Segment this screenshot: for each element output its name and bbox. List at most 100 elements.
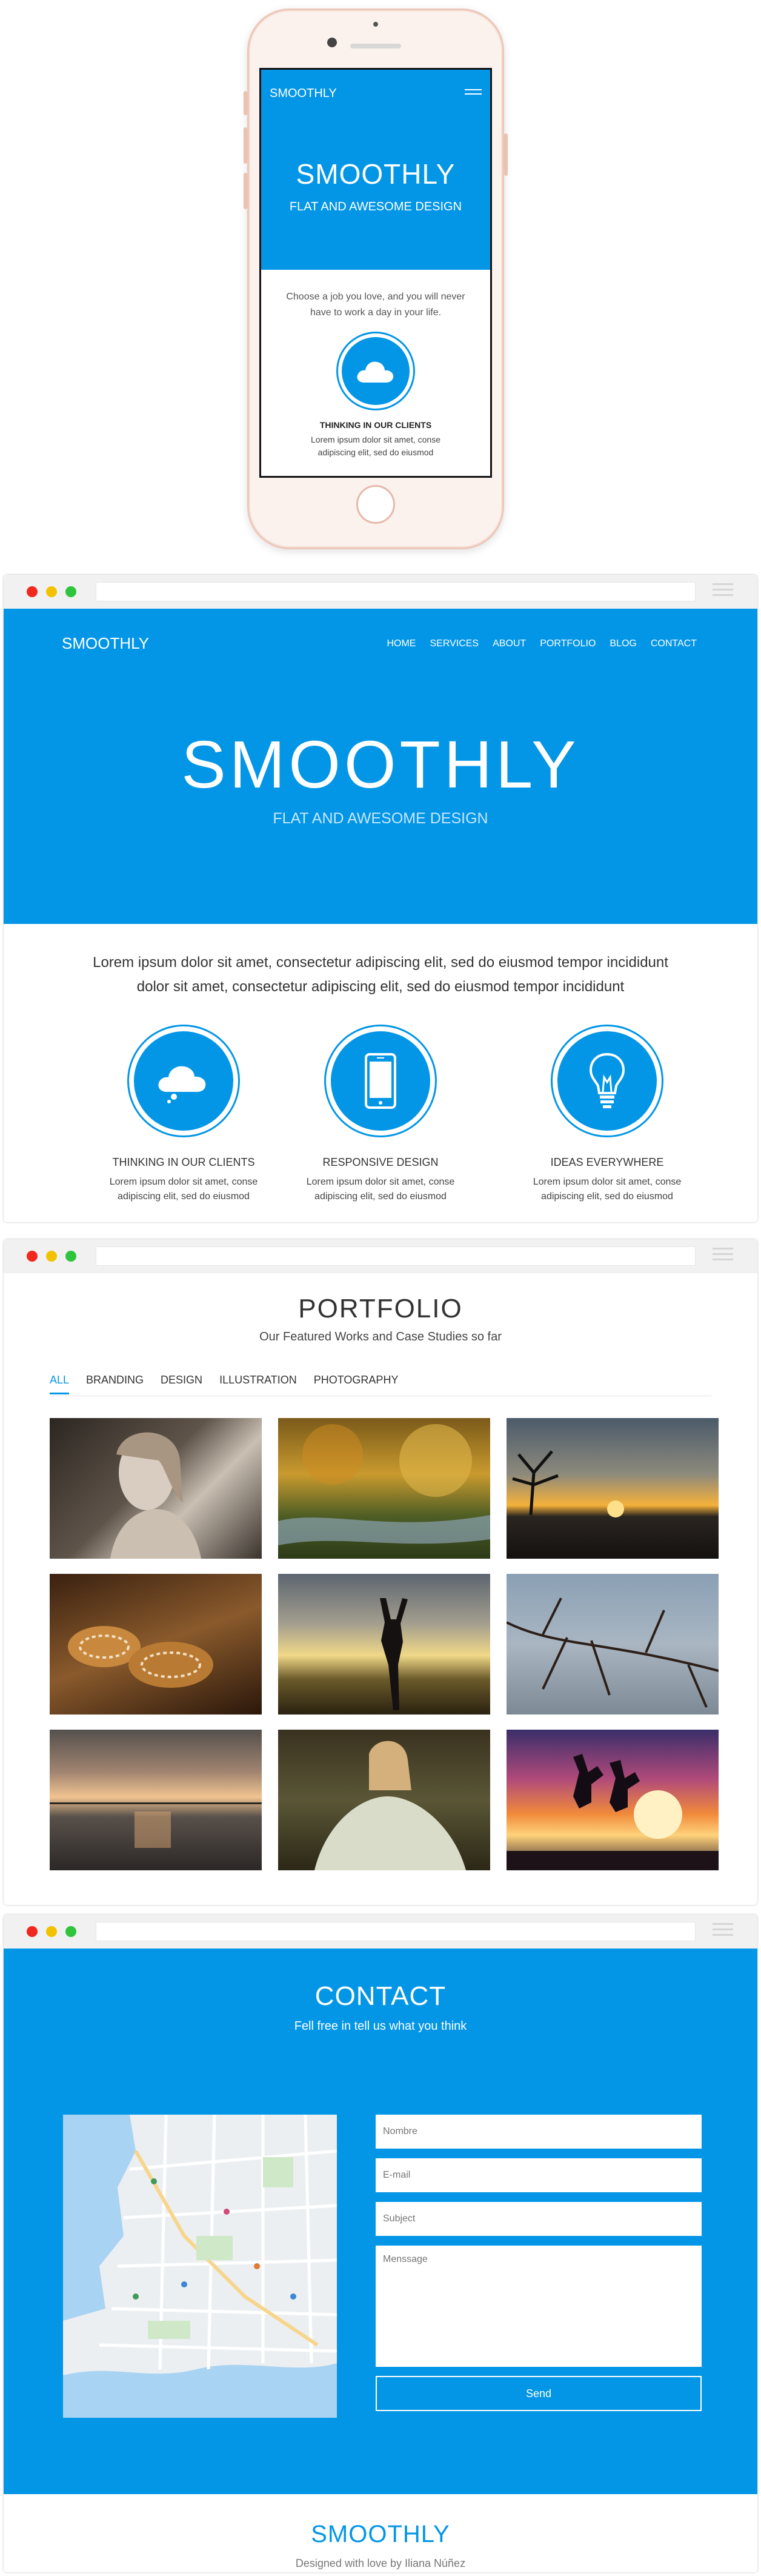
phone-quote: Choose a job you love, and you will neve… bbox=[286, 292, 465, 318]
browser-menu-icon[interactable] bbox=[713, 1248, 733, 1264]
silhouette-sunset-image bbox=[380, 1598, 408, 1710]
feature-card: RESPONSIVE DESIGN Lorem ipsum dolor sit … bbox=[290, 1026, 471, 1204]
portfolio-item-silhouette-sunset[interactable] bbox=[278, 1574, 490, 1715]
feature-card: IDEAS EVERYWHERE Lorem ipsum dolor sit a… bbox=[516, 1026, 698, 1204]
smartphone-icon bbox=[365, 1053, 396, 1109]
address-bar[interactable] bbox=[96, 1246, 696, 1266]
jumping-people-image bbox=[507, 1754, 719, 1870]
phone-home-button[interactable] bbox=[356, 485, 395, 524]
woman-portrait-image bbox=[110, 1432, 201, 1559]
filter-all[interactable]: ALL bbox=[50, 1374, 70, 1394]
sunset-tree-image bbox=[512, 1450, 624, 1517]
phone-camera bbox=[327, 38, 337, 47]
maximize-dot-icon[interactable] bbox=[65, 1251, 76, 1262]
browser-window-home: SMOOTHLY HOME SERVICES ABOUT PORTFOLIO B… bbox=[4, 575, 757, 1222]
portfolio-item-sunset-tree[interactable] bbox=[507, 1418, 719, 1559]
phone-speaker bbox=[350, 44, 401, 49]
nav-portfolio[interactable]: PORTFOLIO bbox=[540, 638, 596, 649]
portfolio-item-girl-dress[interactable] bbox=[278, 1730, 490, 1870]
feature-title: RESPONSIVE DESIGN bbox=[322, 1156, 439, 1168]
phone-hero-title: SMOOTHLY bbox=[296, 158, 456, 190]
message-field[interactable] bbox=[376, 2246, 702, 2367]
lightbulb-icon bbox=[589, 1052, 625, 1108]
browser-chrome bbox=[4, 1239, 757, 1273]
phone-hero-subtitle: FLAT AND AWESOME DESIGN bbox=[289, 200, 462, 213]
minimize-dot-icon[interactable] bbox=[46, 1251, 57, 1262]
intro-text: Lorem ipsum dolor sit amet, consectetur … bbox=[93, 954, 668, 995]
portfolio-item-jumping-people[interactable] bbox=[507, 1730, 719, 1870]
nav-about[interactable]: ABOUT bbox=[493, 638, 526, 649]
send-button[interactable]: Send bbox=[376, 2376, 702, 2411]
phone-screen: SMOOTHLY SMOOTHLY FLAT AND AWESOME DESIG… bbox=[259, 68, 492, 478]
phone-logo[interactable]: SMOOTHLY bbox=[270, 87, 337, 101]
subject-field[interactable] bbox=[376, 2202, 702, 2236]
nav-services[interactable]: SERVICES bbox=[430, 638, 479, 649]
footer-logo[interactable]: SMOOTHLY bbox=[4, 2521, 757, 2548]
phone-power-button bbox=[504, 133, 508, 176]
feature-circle bbox=[129, 1026, 238, 1136]
location-map[interactable] bbox=[63, 2115, 337, 2418]
phone-side-button bbox=[244, 91, 247, 115]
address-bar[interactable] bbox=[96, 1922, 696, 1941]
site-logo[interactable]: SMOOTHLY bbox=[62, 634, 149, 653]
feature-card: THINKING IN OUR CLIENTS Lorem ipsum dolo… bbox=[93, 1026, 274, 1204]
phone-sensor bbox=[373, 22, 378, 27]
feature-circle bbox=[553, 1026, 662, 1136]
nav-blog[interactable]: BLOG bbox=[610, 638, 636, 649]
cloud-icon bbox=[357, 361, 394, 383]
name-field[interactable] bbox=[376, 2115, 702, 2149]
maximize-dot-icon[interactable] bbox=[65, 586, 76, 597]
girl-dress-image bbox=[314, 1741, 466, 1870]
phone-hero: SMOOTHLY SMOOTHLY FLAT AND AWESOME DESIG… bbox=[261, 70, 490, 270]
phone-feature-text: Lorem ipsum dolor sit amet, conse adipis… bbox=[311, 435, 440, 457]
maximize-dot-icon[interactable] bbox=[65, 1926, 76, 1937]
portfolio-title: PORTFOLIO bbox=[298, 1294, 463, 1323]
phone-volume-down bbox=[244, 173, 247, 209]
portfolio-filters: ALL BRANDING DESIGN ILLUSTRATION PHOTOGR… bbox=[50, 1374, 398, 1394]
minimize-dot-icon[interactable] bbox=[46, 1926, 57, 1937]
close-dot-icon[interactable] bbox=[27, 586, 38, 597]
close-dot-icon[interactable] bbox=[27, 1926, 38, 1937]
portfolio-item-woman-portrait[interactable] bbox=[50, 1418, 262, 1559]
portfolio-subtitle: Our Featured Works and Case Studies so f… bbox=[259, 1330, 502, 1343]
hero-title: SMOOTHLY bbox=[181, 728, 580, 802]
sea-sunset-image bbox=[50, 1802, 262, 1848]
browser-menu-icon[interactable] bbox=[713, 583, 733, 600]
email-field[interactable] bbox=[376, 2158, 702, 2192]
nav-contact[interactable]: CONTACT bbox=[651, 638, 697, 649]
filter-illustration[interactable]: ILLUSTRATION bbox=[219, 1374, 297, 1394]
phone-feature-circle bbox=[338, 333, 413, 409]
feature-title: IDEAS EVERYWHERE bbox=[550, 1156, 664, 1168]
filter-design[interactable]: DESIGN bbox=[161, 1374, 202, 1394]
feature-title: THINKING IN OUR CLIENTS bbox=[112, 1156, 255, 1168]
branches-image bbox=[507, 1597, 719, 1708]
contact-title: CONTACT bbox=[314, 1981, 447, 2011]
portfolio-item-forest-stream[interactable] bbox=[278, 1418, 490, 1559]
browser-window-contact: CONTACT Fell free in tell us what you th… bbox=[4, 1915, 757, 2572]
feature-text: Lorem ipsum dolor sit amet, conse adipis… bbox=[533, 1177, 682, 1202]
portfolio-item-pastries[interactable] bbox=[50, 1574, 262, 1715]
close-dot-icon[interactable] bbox=[27, 1251, 38, 1262]
minimize-dot-icon[interactable] bbox=[46, 586, 57, 597]
footer-credit: Designed with love by Iliana Núñez bbox=[295, 2557, 466, 2569]
browser-window-portfolio: PORTFOLIO Our Featured Works and Case St… bbox=[4, 1239, 757, 1905]
hero-subtitle: FLAT AND AWESOME DESIGN bbox=[273, 810, 488, 827]
forest-stream-image bbox=[278, 1424, 490, 1545]
filter-photography[interactable]: PHOTOGRAPHY bbox=[314, 1374, 399, 1394]
phone-volume-up bbox=[244, 127, 247, 164]
filter-branding[interactable]: BRANDING bbox=[86, 1374, 144, 1394]
cloud-icon bbox=[158, 1066, 206, 1103]
map-image bbox=[63, 2115, 337, 2418]
hamburger-menu-icon[interactable] bbox=[465, 89, 482, 98]
browser-chrome bbox=[4, 575, 757, 609]
portfolio-item-branches[interactable] bbox=[507, 1574, 719, 1715]
address-bar[interactable] bbox=[96, 582, 696, 601]
portfolio-item-sea-sunset[interactable] bbox=[50, 1730, 262, 1870]
browser-menu-icon[interactable] bbox=[713, 1923, 733, 1939]
main-nav: HOME SERVICES ABOUT PORTFOLIO BLOG CONTA… bbox=[387, 638, 697, 649]
feature-text: Lorem ipsum dolor sit amet, conse adipis… bbox=[109, 1177, 258, 1202]
phone-feature-title: THINKING IN OUR CLIENTS bbox=[319, 420, 432, 430]
feature-text: Lorem ipsum dolor sit amet, conse adipis… bbox=[306, 1177, 455, 1202]
nav-home[interactable]: HOME bbox=[387, 638, 416, 649]
pastries-image bbox=[68, 1626, 213, 1688]
